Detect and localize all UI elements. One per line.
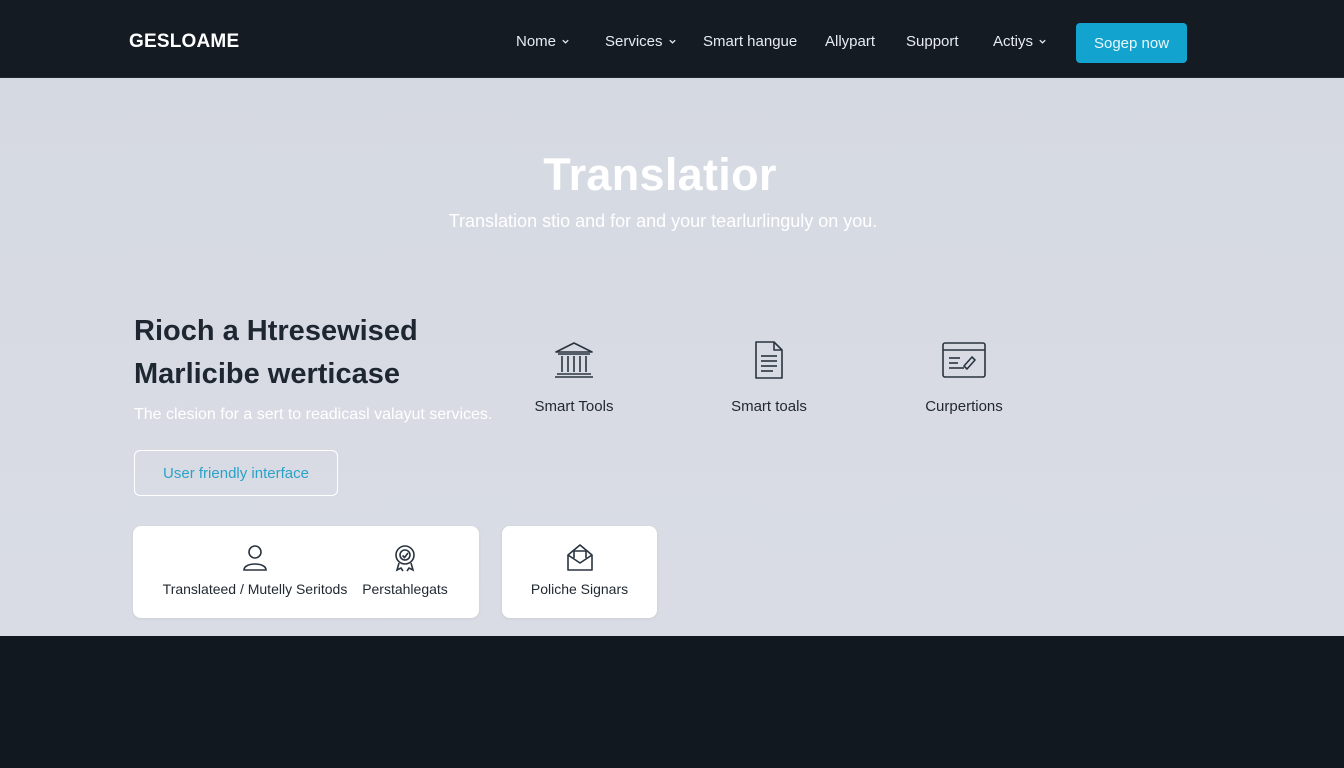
top-navbar: GESLOAME Nome Services Smart hangue Ally…: [0, 0, 1344, 78]
nav-item-nome[interactable]: Nome: [516, 33, 570, 50]
card-label: Perstahlegats: [362, 581, 448, 597]
nav-item-smart-hangue[interactable]: Smart hangue: [703, 33, 797, 50]
nav-item-label: Actiys: [993, 33, 1034, 50]
feature-card[interactable]: Translateed / Mutelly Seritods Perstahle…: [133, 526, 479, 618]
tool-curpertions[interactable]: Curpertions: [889, 340, 1039, 415]
document-icon: [755, 341, 783, 379]
tool-smart-toals[interactable]: Smart toals: [694, 340, 844, 415]
nav-item-services[interactable]: Services: [605, 33, 677, 50]
tool-label: Curpertions: [925, 398, 1003, 415]
tool-label: Smart toals: [731, 398, 807, 415]
nav-item-label: Smart hangue: [703, 33, 798, 50]
card-item-translated: Translateed / Mutelly Seritods: [157, 542, 353, 597]
user-friendly-interface-button[interactable]: User friendly interface: [134, 450, 338, 496]
hero-title: Translatior: [543, 149, 777, 200]
card-item-perstahlegats: Perstahlegats: [355, 542, 455, 597]
badge-icon: [395, 545, 415, 572]
user-icon: [243, 545, 267, 571]
cta-button[interactable]: Sogер now: [1076, 23, 1187, 63]
chevron-down-icon: [1039, 39, 1046, 44]
tool-smart-tools[interactable]: Smart Tools: [499, 340, 649, 415]
card-label: Poliche Signars: [530, 581, 629, 597]
hero-section: Translatior Translation stio and for and…: [0, 78, 1344, 636]
card-item-poliche-signars: Poliche Signars: [502, 542, 657, 597]
feature-heading: Rioch a Htresewised Marlicibe werticase: [134, 310, 474, 396]
chevron-down-icon: [668, 39, 676, 44]
feature-description: The clesion for a sert to readicasl vala…: [134, 406, 493, 423]
browser-window-icon: [942, 342, 986, 378]
footer: [0, 636, 1344, 768]
feature-heading-line: Rioch a Htresewised: [134, 315, 418, 347]
envelope-icon: [566, 544, 593, 571]
nav-item-label: Allypart: [825, 33, 876, 50]
hero-subtitle: Translation stio and for and your tearlu…: [448, 211, 878, 231]
tool-label: Smart Tools: [534, 398, 614, 415]
nav-item-support[interactable]: Support: [906, 33, 959, 50]
nav-item-allypart[interactable]: Allypart: [825, 33, 875, 50]
nav-item-label: Support: [906, 33, 959, 50]
page: GESLOAME Nome Services Smart hangue Ally…: [0, 0, 1344, 768]
bank-icon: [555, 342, 593, 378]
nav-item-label: Nome: [516, 33, 557, 50]
feature-heading-line: Marlicibe werticase: [134, 358, 400, 390]
feature-card[interactable]: Poliche Signars: [502, 526, 657, 618]
card-label: Translateed / Mutelly Seritods: [162, 581, 348, 597]
brand-logo[interactable]: GESLOAME: [129, 31, 239, 53]
nav-item-label: Services: [605, 33, 663, 50]
nav-item-actiys[interactable]: Actiys: [993, 33, 1047, 50]
chevron-down-icon: [562, 39, 569, 44]
